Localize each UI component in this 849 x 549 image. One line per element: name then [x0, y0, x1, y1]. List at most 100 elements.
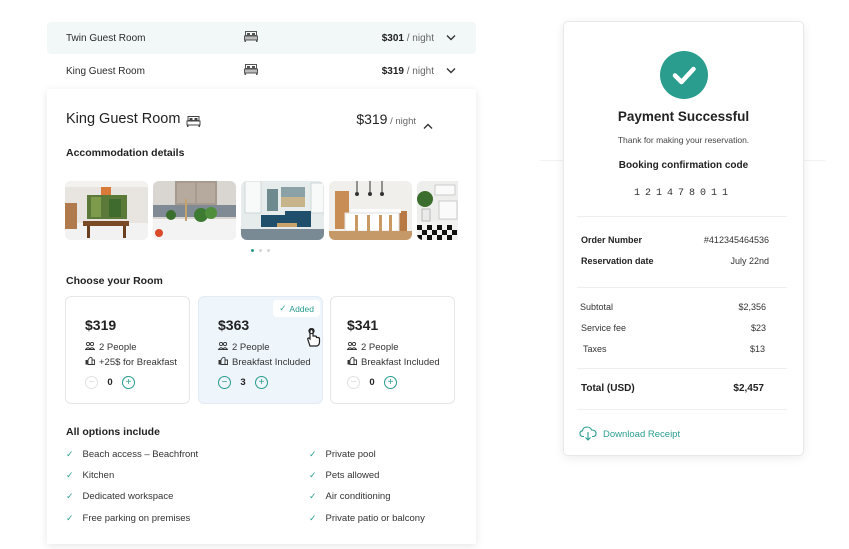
gallery-photo-dining[interactable] — [65, 181, 148, 240]
decrement-button[interactable]: − — [85, 376, 98, 389]
room-row-twin[interactable]: Twin Guest Room $301 / night — [47, 22, 476, 54]
subtotal-row: Subtotal $2,356 — [580, 302, 766, 312]
total-value: $2,457 — [733, 383, 764, 394]
option-breakfast: Breakfast Included — [347, 356, 440, 368]
reservation-date-row: Reservation date July 22nd — [581, 256, 769, 266]
detail-price: $319 / night — [356, 111, 416, 127]
subtotal-value: $2,356 — [738, 302, 766, 312]
detail-title: King Guest Room — [66, 111, 181, 127]
amenity-item: ✓ Free parking on premises — [66, 513, 190, 524]
quantity-value: 0 — [369, 377, 375, 388]
decrement-button[interactable]: − — [347, 376, 360, 389]
room-price: $319 / night — [381, 65, 434, 77]
taxes-label: Taxes — [583, 344, 607, 354]
increment-button[interactable]: + — [122, 376, 135, 389]
room-price: $301 / night — [381, 32, 434, 44]
amenity-text: Dedicated workspace — [82, 491, 174, 502]
confirmation-code: 121478011 — [633, 188, 733, 199]
check-icon: ✓ — [309, 513, 317, 523]
option-price: $363 — [218, 317, 250, 333]
room-option-card-selected[interactable]: ✓ Added $363 2 People Breakfast Included… — [198, 296, 323, 404]
carousel-dot[interactable] — [251, 249, 254, 252]
amenity-text: Pets allowed — [325, 470, 380, 481]
chevron-down-icon[interactable] — [446, 33, 456, 44]
gallery-photo-living-room[interactable] — [241, 181, 324, 240]
room-option-card[interactable]: $341 2 People Breakfast Included − 0 + — [330, 296, 455, 404]
option-breakfast: Breakfast Included — [218, 356, 311, 368]
option-people: 2 People — [84, 341, 137, 353]
option-price: $319 — [85, 317, 117, 333]
option-people: 2 People — [217, 341, 270, 353]
amenity-text: Beach access – Beachfront — [82, 449, 199, 460]
payment-receipt-card: Payment Successful Thank for making your… — [563, 21, 804, 456]
room-row-king[interactable]: King Guest Room $319 / night — [47, 55, 476, 87]
people-icon — [346, 341, 358, 353]
check-icon: ✓ — [66, 491, 74, 501]
payment-status-subtitle: Thank for making your reservation. — [617, 135, 750, 145]
download-receipt-link[interactable]: Download Receipt — [579, 425, 680, 444]
hand-pointer-cursor-icon — [305, 327, 321, 353]
bed-icon — [244, 64, 258, 78]
quantity-value: 0 — [107, 377, 113, 388]
gallery-photo-kitchen-sink[interactable] — [153, 181, 236, 240]
amenity-item: ✓ Private pool — [309, 449, 376, 460]
decrement-button[interactable]: − — [218, 376, 231, 389]
increment-button[interactable]: + — [255, 376, 268, 389]
quantity-stepper: − 0 + — [347, 376, 397, 389]
breakfast-text: +25$ for Breakfast — [99, 356, 177, 368]
option-price: $341 — [347, 317, 379, 333]
amenity-item: ✓ Dedicated workspace — [66, 491, 173, 502]
increment-button[interactable]: + — [384, 376, 397, 389]
amenity-item: ✓ Air conditioning — [309, 491, 391, 502]
breakfast-text: Breakfast Included — [232, 356, 311, 368]
carousel-dot[interactable] — [259, 249, 262, 252]
download-receipt-label: Download Receipt — [603, 429, 681, 440]
bed-icon — [244, 31, 258, 45]
check-icon: ✓ — [279, 303, 287, 313]
service-fee-value: $23 — [750, 323, 766, 333]
chevron-down-icon[interactable] — [446, 66, 456, 77]
taxes-value: $13 — [749, 344, 765, 354]
total-label: Total (USD) — [581, 383, 635, 394]
total-row: Total (USD) $2,457 — [581, 383, 764, 394]
order-number-row: Order Number #412345464536 — [581, 235, 769, 245]
gallery-photo-kitchen-island[interactable] — [329, 181, 412, 240]
check-icon: ✓ — [66, 449, 74, 459]
people-text: 2 People — [99, 342, 137, 353]
chevron-up-icon[interactable] — [423, 117, 433, 135]
room-option-card[interactable]: $319 2 People +25$ for Breakfast − 0 + — [65, 296, 190, 404]
room-detail-card: King Guest Room $319 / night Accommodati… — [47, 89, 476, 544]
check-icon: ✓ — [309, 449, 317, 459]
success-check-icon — [660, 51, 708, 99]
quantity-stepper: − 3 + — [218, 376, 268, 389]
amenity-item: ✓ Beach access – Beachfront — [66, 449, 198, 460]
confirmation-code-label: Booking confirmation code — [618, 160, 749, 171]
breakfast-text: Breakfast Included — [361, 356, 440, 368]
divider — [577, 368, 787, 369]
quantity-value: 3 — [240, 377, 246, 388]
people-icon — [84, 341, 96, 353]
photo-gallery[interactable] — [65, 181, 458, 241]
people-text: 2 People — [232, 342, 270, 353]
bed-icon — [186, 114, 201, 132]
accommodation-details-label: Accommodation details — [66, 147, 185, 159]
room-name: King Guest Room — [66, 65, 145, 77]
payment-status-title: Payment Successful — [617, 109, 750, 124]
amenities-label: All options include — [66, 426, 160, 438]
people-text: 2 People — [361, 342, 399, 353]
order-number-label: Order Number — [581, 235, 643, 245]
taxes-row: Taxes $13 — [583, 344, 765, 354]
carousel-dot[interactable] — [267, 249, 270, 252]
service-fee-row: Service fee $23 — [581, 323, 766, 333]
carousel-pagination — [251, 249, 270, 252]
breakfast-icon — [85, 356, 95, 368]
check-icon: ✓ — [309, 491, 317, 501]
option-breakfast: +25$ for Breakfast — [85, 356, 177, 368]
people-icon — [217, 341, 229, 353]
check-icon: ✓ — [309, 470, 317, 480]
amenity-text: Kitchen — [82, 470, 115, 481]
amenity-item: ✓ Pets allowed — [309, 470, 379, 481]
amenity-item: ✓ Private patio or balcony — [309, 513, 425, 524]
gallery-photo-bathroom[interactable] — [417, 181, 458, 240]
detail-header[interactable]: King Guest Room $319 / night — [66, 111, 456, 131]
